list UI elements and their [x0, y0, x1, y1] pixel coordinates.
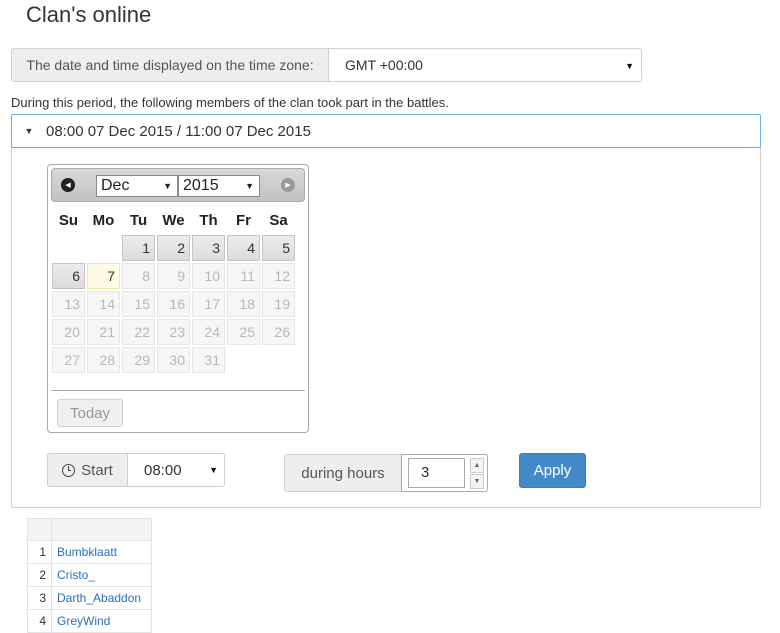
start-time-value: 08:00	[144, 461, 182, 479]
period-range: 08:00 07 Dec 2015 / 11:00 07 Dec 2015	[46, 122, 311, 140]
datepicker-footer: Today	[51, 390, 305, 427]
timezone-group: The date and time displayed on the time …	[11, 48, 642, 82]
calendar-day: 29	[122, 347, 155, 373]
caret-down-icon: ▼	[163, 181, 172, 191]
start-time-group: Start 08:00 ▼	[47, 453, 225, 487]
apply-button[interactable]: Apply	[519, 453, 586, 488]
member-name-link[interactable]: Bumbklaatt	[51, 540, 152, 564]
calendar-day: 15	[122, 291, 155, 317]
calendar-day: 21	[87, 319, 120, 345]
table-header-row	[27, 518, 152, 541]
member-number: 4	[27, 609, 52, 633]
table-header-cell	[27, 518, 52, 541]
calendar-day: 13	[52, 291, 85, 317]
hours-input[interactable]: 3	[408, 458, 465, 488]
timezone-select[interactable]: GMT +00:00 ▼	[328, 48, 642, 82]
calendar-day[interactable]: 7	[87, 263, 120, 289]
month-value: Dec	[101, 177, 130, 194]
calendar-day: 23	[157, 319, 190, 345]
calendar-day: 11	[227, 263, 260, 289]
calendar-day: 26	[262, 319, 295, 345]
arrow-left-icon: ◀	[65, 182, 71, 189]
member-number: 3	[27, 586, 52, 610]
table-row: 1 Bumbklaatt	[27, 540, 152, 564]
calendar-day[interactable]: 1	[122, 235, 155, 261]
caret-down-icon: ▼	[245, 181, 254, 191]
calendar-day: 31	[192, 347, 225, 373]
calendar-day[interactable]: 6	[52, 263, 85, 289]
period-toggle[interactable]: ▼ 08:00 07 Dec 2015 / 11:00 07 Dec 2015	[11, 114, 761, 148]
member-name-link[interactable]: GreyWind	[51, 609, 152, 633]
table-row: 4 GreyWind	[27, 609, 152, 633]
member-number: 2	[27, 563, 52, 587]
calendar-day: 20	[52, 319, 85, 345]
member-number: 1	[27, 540, 52, 564]
calendar-day: 19	[262, 291, 295, 317]
member-name-link[interactable]: Cristo_	[51, 563, 152, 587]
calendar-day: 17	[192, 291, 225, 317]
weekday-header: Su	[58, 211, 79, 229]
decrement-button[interactable]: ▼	[470, 474, 484, 489]
timezone-label: The date and time displayed on the time …	[11, 48, 328, 82]
calendar-day[interactable]: 2	[157, 235, 190, 261]
calendar-day: 9	[157, 263, 190, 289]
weekday-header: Sa	[269, 211, 288, 229]
increment-button[interactable]: ▲	[470, 458, 484, 473]
hours-group: during hours 3 ▲ ▼	[284, 454, 488, 492]
calendar-empty-cell	[52, 235, 85, 261]
calendar-empty-cell	[87, 235, 120, 261]
members-table: 1 Bumbklaatt 2 Cristo_ 3 Darth_Abaddon 4 GreyWi…	[27, 518, 152, 633]
calendar-day[interactable]: 3	[192, 235, 225, 261]
weekday-header: Fr	[236, 211, 251, 229]
timezone-value: GMT +00:00	[345, 57, 423, 73]
weekday-header: Mo	[92, 211, 115, 229]
next-month-button[interactable]: ▶	[281, 178, 295, 192]
members-body: 1 Bumbklaatt 2 Cristo_ 3 Darth_Abaddon 4 GreyWi…	[27, 540, 152, 633]
caret-down-icon: ▼	[209, 465, 218, 475]
calendar-day: 22	[122, 319, 155, 345]
datepicker: ◀ Dec ▼ 2015 ▼ ▶ Su Mo Tu We Th Fr Sa 1 2 3 4 5 6 7 8 9…	[47, 164, 309, 433]
table-row: 3 Darth_Abaddon	[27, 586, 152, 610]
calendar-day: 10	[192, 263, 225, 289]
start-label-text: Start	[81, 461, 113, 479]
calendar-day[interactable]: 4	[227, 235, 260, 261]
hours-label: during hours	[284, 454, 401, 492]
calendar-day: 28	[87, 347, 120, 373]
calendar-day: 18	[227, 291, 260, 317]
start-label: Start	[47, 453, 127, 487]
month-select[interactable]: Dec ▼	[96, 175, 178, 197]
table-header-cell	[51, 518, 152, 541]
calendar-day: 27	[52, 347, 85, 373]
calendar-day: 30	[157, 347, 190, 373]
weekday-header: Tu	[129, 211, 148, 229]
weekday-header: We	[162, 211, 185, 229]
prev-month-button[interactable]: ◀	[61, 178, 75, 192]
calendar-day: 25	[227, 319, 260, 345]
today-button[interactable]: Today	[57, 399, 123, 427]
calendar-day: 16	[157, 291, 190, 317]
calendar-day: 8	[122, 263, 155, 289]
calendar-day: 14	[87, 291, 120, 317]
caret-down-icon: ▼	[625, 61, 634, 71]
period-description: During this period, the following member…	[11, 95, 449, 110]
hours-spinner: 3 ▲ ▼	[401, 454, 488, 492]
calendar-day[interactable]: 5	[262, 235, 295, 261]
arrow-down-icon: ▼	[473, 478, 481, 485]
clock-icon	[62, 463, 76, 477]
arrow-up-icon: ▲	[473, 462, 481, 469]
calendar-day: 12	[262, 263, 295, 289]
start-time-select[interactable]: 08:00 ▼	[127, 453, 225, 487]
datepicker-header: ◀ Dec ▼ 2015 ▼ ▶	[51, 168, 305, 202]
calendar-day: 24	[192, 319, 225, 345]
page-title: Clan's online	[26, 2, 152, 27]
year-value: 2015	[183, 177, 219, 194]
year-select[interactable]: 2015 ▼	[178, 175, 260, 197]
arrow-right-icon: ▶	[285, 182, 291, 189]
calendar-grid: Su Mo Tu We Th Fr Sa 1 2 3 4 5 6 7 8 9 10 11 12 13 14 15 16 17 1…	[51, 206, 305, 374]
period-panel: ▼ 08:00 07 Dec 2015 / 11:00 07 Dec 2015 …	[11, 114, 761, 508]
member-name-link[interactable]: Darth_Abaddon	[51, 586, 152, 610]
weekday-header: Th	[199, 211, 218, 229]
table-row: 2 Cristo_	[27, 563, 152, 587]
caret-down-icon: ▼	[24, 126, 34, 136]
